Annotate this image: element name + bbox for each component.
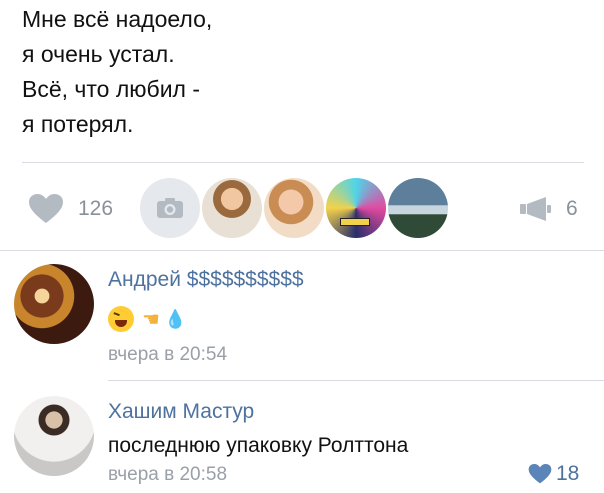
pointing-hand-emoji-icon: ☚ bbox=[142, 308, 160, 331]
comment: Хашим Мастур последнюю упаковку Ролттона… bbox=[0, 384, 604, 493]
comment-like-count: 18 bbox=[556, 462, 580, 485]
liked-by-avatars bbox=[140, 178, 450, 242]
camera-button[interactable] bbox=[140, 178, 200, 238]
share-count: 6 bbox=[566, 197, 578, 220]
liker-avatar[interactable] bbox=[388, 178, 448, 238]
divider bbox=[22, 162, 584, 163]
comment-emoji: ☚ 💧 bbox=[108, 306, 186, 332]
post-actions: 126 6 bbox=[0, 170, 604, 250]
comment-time[interactable]: вчера в 20:58 bbox=[108, 464, 227, 486]
megaphone-icon bbox=[520, 197, 551, 221]
divider bbox=[0, 250, 604, 251]
heart-icon bbox=[528, 464, 552, 484]
comment: Андрей $$$$$$$$$$ ☚ 💧 вчера в 20:54 bbox=[0, 252, 604, 380]
post-line: я потерял. bbox=[22, 111, 134, 137]
share-button[interactable]: 6 bbox=[518, 194, 578, 224]
droplets-emoji-icon: 💧 bbox=[163, 308, 187, 329]
post-line: Всё, что любил - bbox=[22, 76, 201, 102]
divider bbox=[108, 380, 604, 381]
comment-like-button[interactable]: 18 bbox=[528, 462, 579, 486]
avatar[interactable] bbox=[14, 396, 94, 476]
post-line: Мне всё надоело, bbox=[22, 6, 213, 32]
camera-icon bbox=[157, 198, 183, 218]
liker-avatar[interactable] bbox=[264, 178, 324, 238]
comment-time[interactable]: вчера в 20:54 bbox=[108, 344, 227, 366]
comment-text: последнюю упаковку Ролттона bbox=[108, 434, 409, 457]
avatar-decoration bbox=[340, 218, 370, 226]
post-text: Мне всё надоело, я очень устал. Всё, что… bbox=[22, 2, 212, 142]
like-button[interactable]: 126 bbox=[28, 192, 113, 226]
comment-author[interactable]: Хашим Мастур bbox=[108, 400, 254, 424]
liker-avatar[interactable] bbox=[202, 178, 262, 238]
heart-icon bbox=[29, 194, 63, 223]
comment-author[interactable]: Андрей $$$$$$$$$$ bbox=[108, 268, 304, 292]
like-count: 126 bbox=[78, 197, 114, 220]
laughing-emoji-icon bbox=[108, 306, 134, 332]
liker-avatar[interactable] bbox=[326, 178, 386, 238]
avatar[interactable] bbox=[14, 264, 94, 344]
post-line: я очень устал. bbox=[22, 41, 175, 67]
